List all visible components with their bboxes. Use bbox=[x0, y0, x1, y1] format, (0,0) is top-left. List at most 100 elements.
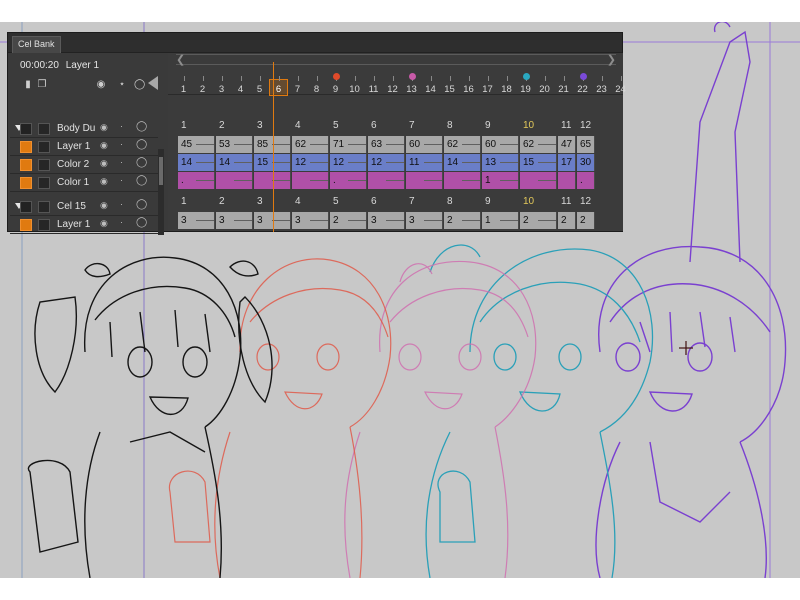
cel-cell[interactable] bbox=[520, 172, 557, 189]
cel-cell[interactable]: 62 bbox=[520, 136, 557, 153]
cel-cell[interactable]: 2 bbox=[520, 212, 557, 229]
keyframe-marker[interactable] bbox=[523, 73, 530, 80]
lock-icon[interactable]: ▮ bbox=[23, 80, 33, 90]
cel-cell[interactable]: 30 bbox=[577, 154, 595, 171]
cel-cell[interactable]: 12 bbox=[292, 154, 329, 171]
eye-icon[interactable]: ◉ bbox=[100, 176, 108, 187]
frame-number[interactable]: 8 bbox=[307, 84, 326, 95]
cel-cell[interactable]: . bbox=[330, 172, 367, 189]
layer-row[interactable]: Layer 1 ◉ · ◯ bbox=[10, 216, 158, 234]
cel-cell[interactable]: 2 bbox=[558, 212, 576, 229]
frame-number[interactable]: 2 bbox=[193, 84, 212, 95]
frame-number[interactable]: 9 bbox=[326, 84, 345, 95]
cel-cell[interactable]: 71 bbox=[330, 136, 367, 153]
cel-cell[interactable]: 62 bbox=[444, 136, 481, 153]
frame-number[interactable]: 18 bbox=[497, 84, 516, 95]
layer-row[interactable]: Layer 1 ◉ · ◯ bbox=[10, 138, 158, 156]
tab-cel-bank[interactable]: Cel Bank bbox=[12, 36, 61, 53]
lightbulb-icon[interactable]: ◯ bbox=[136, 217, 147, 228]
lock-toggle-icon[interactable]: · bbox=[120, 139, 123, 149]
cel-cell[interactable] bbox=[444, 172, 481, 189]
cel-cell[interactable] bbox=[216, 172, 253, 189]
cel-cell[interactable] bbox=[368, 172, 405, 189]
lightbulb-icon[interactable]: ◯ bbox=[136, 121, 147, 132]
frame-number[interactable]: 12 bbox=[383, 84, 402, 95]
scroll-left-icon[interactable]: ❮ bbox=[176, 53, 185, 66]
cel-cell[interactable]: 60 bbox=[482, 136, 519, 153]
cel-cell[interactable]: 53 bbox=[216, 136, 253, 153]
eye-icon[interactable]: ◉ bbox=[100, 140, 108, 151]
cel-cell[interactable]: 12 bbox=[330, 154, 367, 171]
frame-number[interactable]: 11 bbox=[364, 84, 383, 95]
frame-number[interactable]: 20 bbox=[535, 84, 554, 95]
cel-cell[interactable]: 2 bbox=[577, 212, 595, 229]
lightbulb-icon[interactable]: ◯ bbox=[136, 199, 147, 210]
frame-number[interactable]: 16 bbox=[459, 84, 478, 95]
frame-number[interactable]: 21 bbox=[554, 84, 573, 95]
frame-number[interactable]: 7 bbox=[288, 84, 307, 95]
frame-number[interactable]: 15 bbox=[440, 84, 459, 95]
layer-row[interactable]: Color 1 ◉ · ◯ bbox=[10, 174, 158, 192]
frame-number[interactable]: 13 bbox=[402, 84, 421, 95]
lock-all-icon[interactable]: ⋆ bbox=[117, 80, 127, 90]
copy-layers-icon[interactable]: ❐ bbox=[37, 80, 47, 90]
cel-cell[interactable]: 3 bbox=[406, 212, 443, 229]
timeline-scrollbar[interactable]: ❮ ❯ bbox=[176, 53, 616, 66]
layer-color-swatch[interactable] bbox=[20, 177, 32, 189]
layer-color-swatch[interactable] bbox=[20, 159, 32, 171]
eye-icon[interactable]: ◉ bbox=[100, 200, 108, 211]
cel-cell[interactable]: . bbox=[577, 172, 595, 189]
cel-cell[interactable]: 14 bbox=[178, 154, 215, 171]
layer-row[interactable]: Cel 15 ◉ · ◯ bbox=[10, 198, 158, 216]
keyframe-marker[interactable] bbox=[580, 73, 587, 80]
frame-number[interactable]: 14 bbox=[421, 84, 440, 95]
layer-color-swatch[interactable] bbox=[20, 201, 32, 213]
cel-cell[interactable]: 63 bbox=[368, 136, 405, 153]
cel-cell[interactable]: 3 bbox=[292, 212, 329, 229]
cel-cell[interactable]: 14 bbox=[444, 154, 481, 171]
cel-cell[interactable]: 1 bbox=[482, 172, 519, 189]
frame-number[interactable]: 5 bbox=[250, 84, 269, 95]
keyframe-marker[interactable] bbox=[333, 73, 340, 80]
cel-cell[interactable]: 17 bbox=[558, 154, 576, 171]
lightbulb-icon[interactable]: ◯ bbox=[136, 175, 147, 186]
cel-cell[interactable]: 45 bbox=[178, 136, 215, 153]
cel-cell[interactable]: 62 bbox=[292, 136, 329, 153]
frame-number[interactable]: 1 bbox=[174, 84, 193, 95]
cel-cell[interactable]: 2 bbox=[330, 212, 367, 229]
cel-cell[interactable]: . bbox=[178, 172, 215, 189]
cel-cell[interactable]: 1 bbox=[482, 212, 519, 229]
cel-cell[interactable]: 12 bbox=[368, 154, 405, 171]
lightbulb-all-icon[interactable]: ◯ bbox=[134, 80, 145, 90]
layer-color-swatch[interactable] bbox=[20, 219, 32, 231]
lightbulb-icon[interactable]: ◯ bbox=[136, 157, 147, 168]
lock-toggle-icon[interactable]: · bbox=[120, 157, 123, 167]
cel-cell[interactable]: 3 bbox=[178, 212, 215, 229]
cel-cell[interactable] bbox=[406, 172, 443, 189]
frame-number[interactable]: 10 bbox=[345, 84, 364, 95]
frame-ruler[interactable]: 1 2 3 4 5 6 7 8 9 10 11 12 13 14 15 16 17 18 19 20 21 22 23 24 bbox=[168, 73, 626, 96]
lock-toggle-icon[interactable]: · bbox=[120, 175, 123, 185]
cel-cell[interactable]: 2 bbox=[444, 212, 481, 229]
cel-cell[interactable]: 3 bbox=[368, 212, 405, 229]
frame-number[interactable]: 24 bbox=[611, 84, 630, 95]
eye-icon[interactable]: ◉ bbox=[100, 218, 108, 229]
cel-cell[interactable] bbox=[558, 172, 576, 189]
scroll-right-icon[interactable]: ❯ bbox=[607, 53, 616, 66]
frame-number[interactable]: 17 bbox=[478, 84, 497, 95]
cel-cell[interactable]: 47 bbox=[558, 136, 576, 153]
layer-row[interactable]: Color 2 ◉ · ◯ bbox=[10, 156, 158, 174]
lock-toggle-icon[interactable]: · bbox=[120, 121, 123, 131]
cel-cell[interactable]: 15 bbox=[520, 154, 557, 171]
lightbulb-icon[interactable]: ◯ bbox=[136, 139, 147, 150]
cel-cell[interactable] bbox=[292, 172, 329, 189]
cel-cell[interactable]: 14 bbox=[216, 154, 253, 171]
frame-number[interactable]: 19 bbox=[516, 84, 535, 95]
lock-toggle-icon[interactable]: · bbox=[120, 217, 123, 227]
cel-cell[interactable]: 11 bbox=[406, 154, 443, 171]
frame-number[interactable]: 22 bbox=[573, 84, 592, 95]
layer-color-swatch[interactable] bbox=[20, 123, 32, 135]
frame-number[interactable]: 23 bbox=[592, 84, 611, 95]
frame-number[interactable]: 4 bbox=[231, 84, 250, 95]
layer-scrollbar[interactable] bbox=[158, 149, 164, 235]
